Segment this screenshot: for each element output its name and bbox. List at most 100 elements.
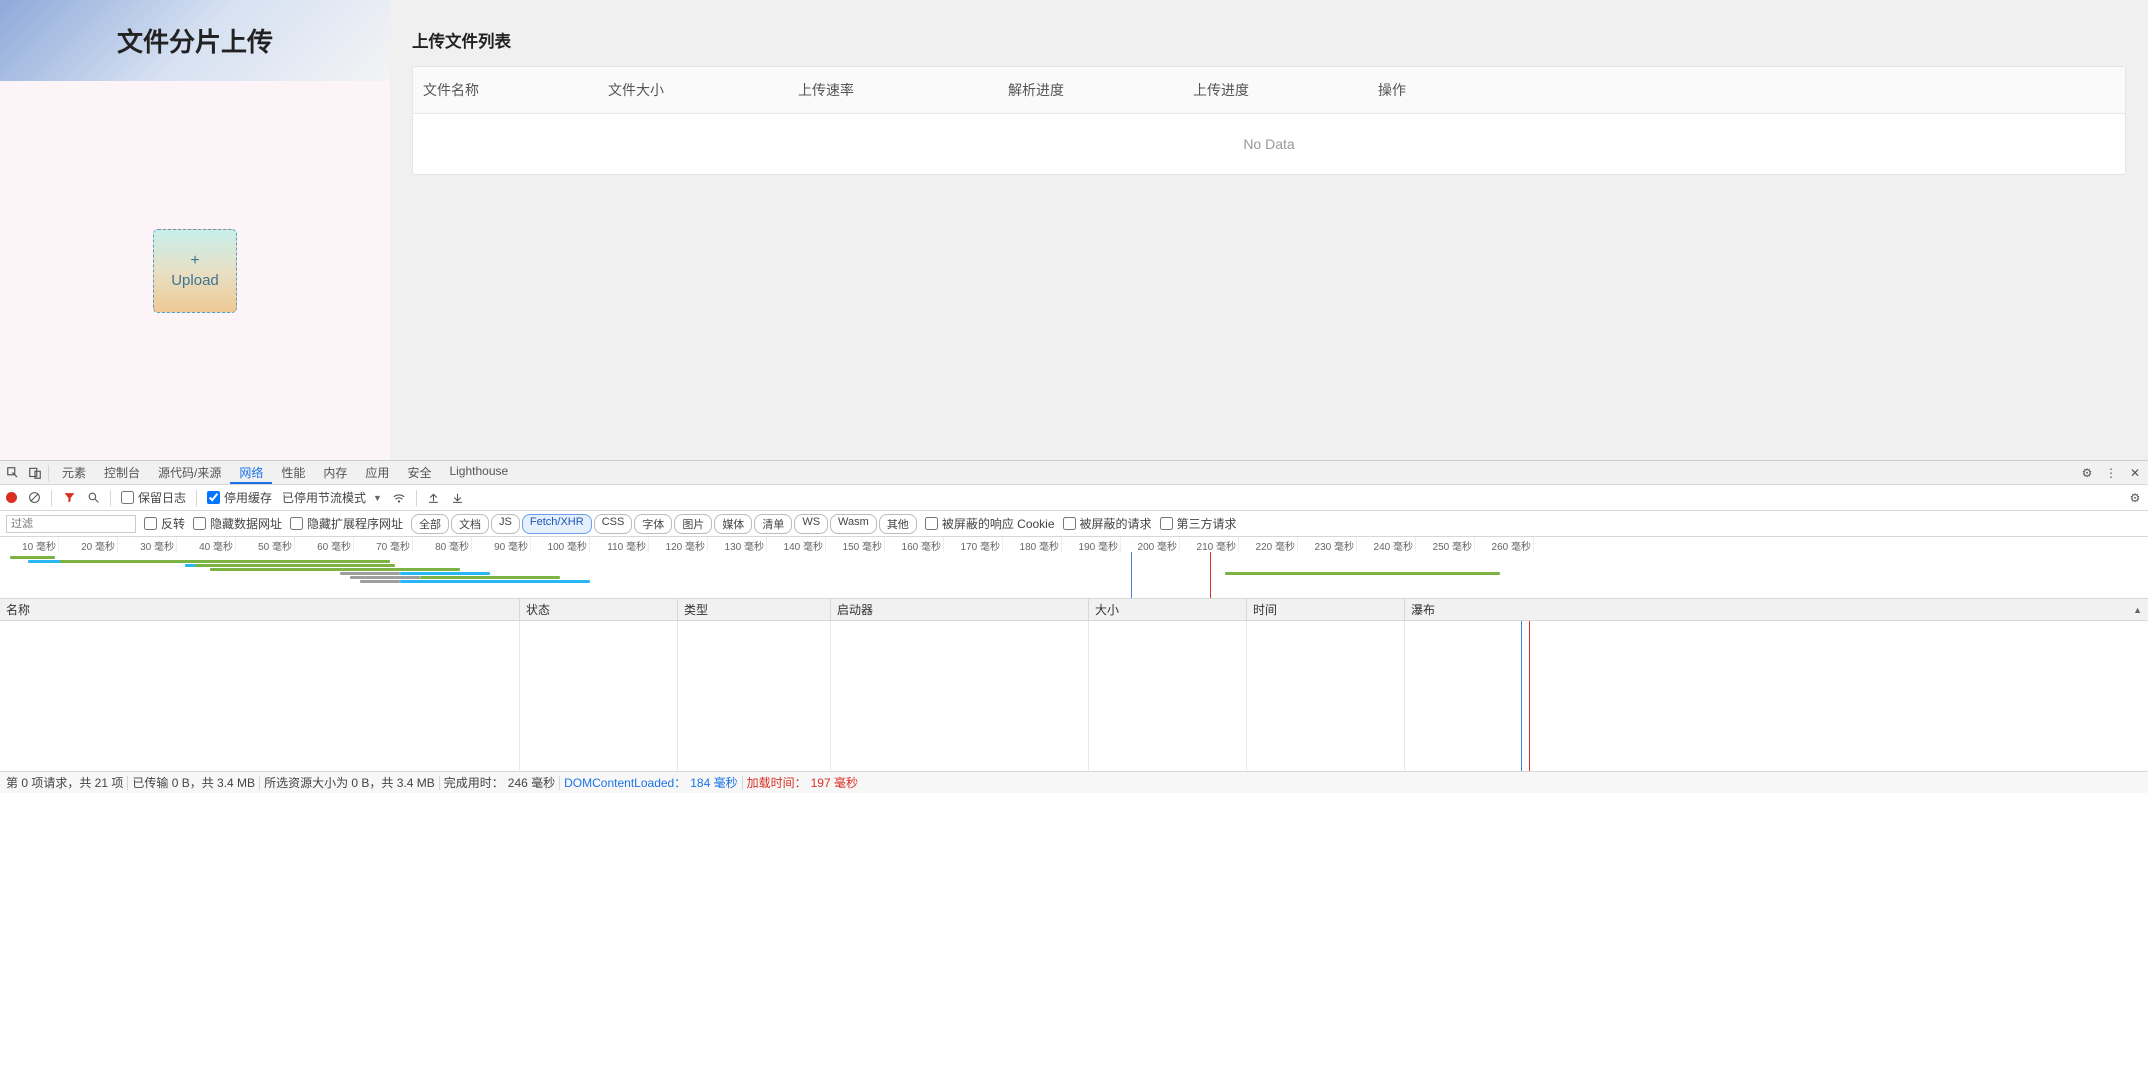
filter-input[interactable] xyxy=(6,515,136,533)
search-icon[interactable] xyxy=(86,491,100,505)
header-time[interactable]: 时间 xyxy=(1247,599,1405,620)
sidebar: 文件分片上传 + Upload xyxy=(0,0,390,460)
status-resources: 所选资源大小为 0 B，共 3.4 MB xyxy=(264,774,435,791)
file-upload-app: 文件分片上传 + Upload 上传文件列表 文件名称 文件大小 上传速率 解析… xyxy=(0,0,2148,460)
timeline-tick: 60 毫秒 xyxy=(295,537,354,552)
overview-bar xyxy=(360,580,400,583)
devtools-tab[interactable]: 控制台 xyxy=(95,461,149,484)
devtools-tab[interactable]: 内存 xyxy=(314,461,356,484)
timeline-ticks: 10 毫秒20 毫秒30 毫秒40 毫秒50 毫秒60 毫秒70 毫秒80 毫秒… xyxy=(0,537,2148,552)
clear-icon[interactable] xyxy=(27,491,41,505)
chevron-down-icon: ▼ xyxy=(373,493,382,503)
inspect-icon[interactable] xyxy=(4,464,22,482)
type-filter-pill[interactable]: 其他 xyxy=(879,514,917,534)
devtools-tabs: 元素控制台源代码/来源网络性能内存应用安全Lighthouse ⚙ ⋮ ✕ xyxy=(0,461,2148,485)
status-load-label: 加载时间： xyxy=(747,774,807,791)
network-status-bar: 第 0 项请求，共 21 项 已传输 0 B，共 3.4 MB 所选资源大小为 … xyxy=(0,771,2148,793)
blocked-cookie-checkbox[interactable]: 被屏蔽的响应 Cookie xyxy=(925,515,1055,532)
timeline-tick: 50 毫秒 xyxy=(236,537,295,552)
header-waterfall[interactable]: 瀑布 ▲ xyxy=(1405,599,2148,620)
network-overview[interactable]: 10 毫秒20 毫秒30 毫秒40 毫秒50 毫秒60 毫秒70 毫秒80 毫秒… xyxy=(0,537,2148,599)
close-icon[interactable]: ✕ xyxy=(2126,464,2144,482)
more-vertical-icon[interactable]: ⋮ xyxy=(2102,464,2120,482)
devtools-tab[interactable]: 源代码/来源 xyxy=(149,461,230,484)
hide-data-urls-checkbox[interactable]: 隐藏数据网址 xyxy=(193,515,282,532)
throttling-select[interactable]: 已停用节流模式 xyxy=(282,489,366,506)
status-dcl-label: DOMContentLoaded： xyxy=(564,774,686,791)
header-initiator[interactable]: 启动器 xyxy=(831,599,1089,620)
col-parse: 解析进度 xyxy=(998,67,1183,113)
timeline-tick: 40 毫秒 xyxy=(177,537,236,552)
header-size[interactable]: 大小 xyxy=(1089,599,1247,620)
type-filter-pill[interactable]: 清单 xyxy=(754,514,792,534)
overview-bar xyxy=(10,556,55,559)
disable-cache-label: 停用缓存 xyxy=(224,489,272,506)
devtools-tab[interactable]: 安全 xyxy=(398,461,440,484)
timeline-tick: 220 毫秒 xyxy=(1239,537,1298,552)
timeline-tick: 250 毫秒 xyxy=(1416,537,1475,552)
devtools-tab[interactable]: 应用 xyxy=(356,461,398,484)
divider xyxy=(196,490,197,506)
disable-cache-checkbox[interactable]: 停用缓存 xyxy=(207,489,272,506)
devtools-tab[interactable]: 元素 xyxy=(53,461,95,484)
overview-bar xyxy=(210,568,460,571)
status-transferred: 已传输 0 B，共 3.4 MB xyxy=(132,774,255,791)
type-filter-pill[interactable]: 图片 xyxy=(674,514,712,534)
status-load-value: 197 毫秒 xyxy=(811,774,858,791)
type-filter-pill[interactable]: 媒体 xyxy=(714,514,752,534)
disable-cache-input[interactable] xyxy=(207,491,220,504)
overview-bar xyxy=(195,564,395,567)
timeline-tick: 130 毫秒 xyxy=(708,537,767,552)
timeline-tick: 190 毫秒 xyxy=(1062,537,1121,552)
timeline-tick: 160 毫秒 xyxy=(885,537,944,552)
upload-icon[interactable] xyxy=(427,491,441,505)
overview-bar xyxy=(1225,572,1500,575)
type-filter-pill[interactable]: 全部 xyxy=(411,514,449,534)
settings-gear-icon[interactable]: ⚙ xyxy=(2078,464,2096,482)
wifi-icon[interactable] xyxy=(392,491,406,505)
timeline-tick: 260 毫秒 xyxy=(1475,537,1534,552)
third-party-checkbox[interactable]: 第三方请求 xyxy=(1160,515,1237,532)
devtools-tab[interactable]: 性能 xyxy=(272,461,314,484)
filter-icon[interactable] xyxy=(62,491,76,505)
devtools-tab[interactable]: 网络 xyxy=(230,461,272,484)
type-filter-pill[interactable]: 文档 xyxy=(451,514,489,534)
preserve-log-input[interactable] xyxy=(121,491,134,504)
timeline-tick: 230 毫秒 xyxy=(1298,537,1357,552)
status-finish-label: 完成用时： xyxy=(444,774,504,791)
overview-bar xyxy=(340,572,400,575)
header-name[interactable]: 名称 xyxy=(0,599,520,620)
network-settings-gear-icon[interactable]: ⚙ xyxy=(2128,491,2142,505)
timeline-tick: 10 毫秒 xyxy=(0,537,59,552)
overview-bar xyxy=(420,576,560,579)
overview-bar xyxy=(400,580,590,583)
type-filter-pill[interactable]: 字体 xyxy=(634,514,672,534)
type-filter-pill[interactable]: CSS xyxy=(594,514,633,534)
timeline-waterfall xyxy=(0,552,2148,599)
divider xyxy=(51,490,52,506)
divider xyxy=(110,490,111,506)
record-button[interactable] xyxy=(6,492,17,503)
type-filter-pill[interactable]: JS xyxy=(491,514,520,534)
invert-checkbox[interactable]: 反转 xyxy=(144,515,185,532)
device-toolbar-icon[interactable] xyxy=(26,464,44,482)
main-panel: 上传文件列表 文件名称 文件大小 上传速率 解析进度 上传进度 操作 No Da… xyxy=(390,0,2148,460)
status-dcl-value: 184 毫秒 xyxy=(690,774,737,791)
type-filter-pill[interactable]: Wasm xyxy=(830,514,877,534)
type-filter-pill[interactable]: Fetch/XHR xyxy=(522,514,592,534)
download-icon[interactable] xyxy=(451,491,465,505)
devtools-tab[interactable]: Lighthouse xyxy=(440,461,517,484)
header-type[interactable]: 类型 xyxy=(678,599,831,620)
overview-marker xyxy=(1210,552,1211,599)
header-status[interactable]: 状态 xyxy=(520,599,678,620)
type-filter-pill[interactable]: WS xyxy=(794,514,828,534)
sort-asc-icon: ▲ xyxy=(2133,605,2142,615)
blocked-requests-checkbox[interactable]: 被屏蔽的请求 xyxy=(1063,515,1152,532)
upload-button[interactable]: + Upload xyxy=(153,229,237,313)
col-filename: 文件名称 xyxy=(413,67,598,113)
hide-ext-urls-checkbox[interactable]: 隐藏扩展程序网址 xyxy=(290,515,403,532)
status-requests: 第 0 项请求，共 21 项 xyxy=(6,774,123,791)
timeline-tick: 80 毫秒 xyxy=(413,537,472,552)
network-filter-bar: 反转 隐藏数据网址 隐藏扩展程序网址 全部文档JSFetch/XHRCSS字体图… xyxy=(0,511,2148,537)
preserve-log-checkbox[interactable]: 保留日志 xyxy=(121,489,186,506)
